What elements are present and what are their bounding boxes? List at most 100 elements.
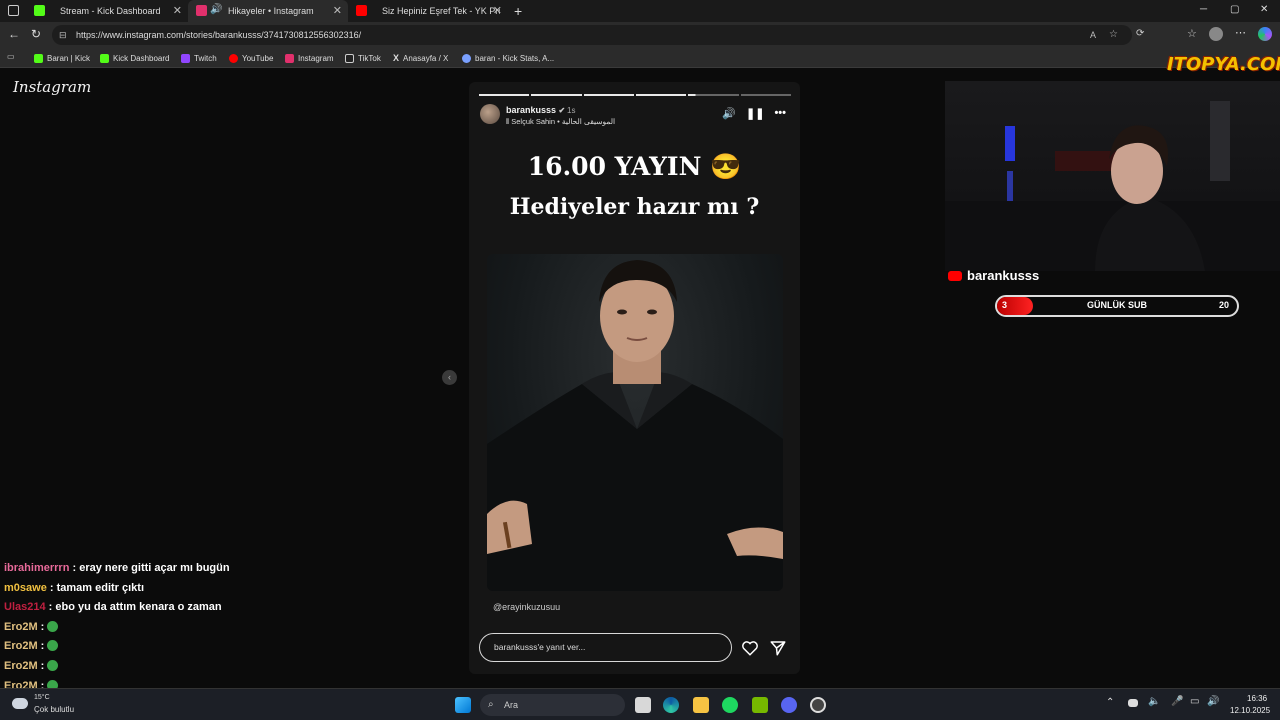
instagram-icon [196, 5, 207, 16]
weather-cloud-icon[interactable] [12, 698, 28, 709]
chat-username: ibrahimerrrn [4, 562, 70, 574]
bookmark-kick-stats[interactable]: baran - Kick Stats, A... [462, 52, 554, 64]
chat-message: ibrahimerrrn : eray nere gitti açar mı b… [4, 562, 304, 582]
x-logo-icon: X [393, 53, 400, 63]
address-bar[interactable]: ⊟ https://www.instagram.com/stories/bara… [52, 25, 1132, 45]
discord-icon[interactable] [781, 697, 797, 713]
kick-icon [34, 53, 43, 63]
story-music[interactable]: ⫴ Selçuk Sahin • الموسيقى الحالية [506, 117, 615, 127]
chat-emote-icon [47, 659, 59, 671]
pause-icon[interactable]: ❚❚ [746, 107, 764, 120]
windows-taskbar: 15°C Çok bulutlu ⌕ Ara ⌃ 🔈 🎤 ▭ 🔊 16:36 1… [0, 688, 1280, 720]
read-aloud-icon[interactable]: A [1090, 25, 1096, 45]
extensions-icon[interactable]: ⟳ [1136, 28, 1144, 39]
streamer-webcam-image [945, 101, 1280, 271]
chat-text: eray nere gitti açar mı bugün [79, 562, 230, 574]
workspaces-icon[interactable] [8, 5, 19, 16]
bookmark-label: TikTok [358, 53, 381, 63]
clock-time[interactable]: 16:36 [1247, 694, 1267, 703]
more-options-icon[interactable]: ••• [774, 107, 786, 120]
chat-username: Ulas214 [4, 601, 46, 614]
task-view-icon[interactable] [635, 697, 651, 713]
favorite-star-icon[interactable]: ☆ [1109, 25, 1118, 45]
webcam-feed [945, 81, 1280, 271]
nvidia-icon[interactable] [752, 697, 768, 713]
bookmark-x[interactable]: X Anasayfa / X [393, 52, 448, 64]
chat-username: m0sawe [4, 581, 47, 594]
like-heart-icon[interactable] [741, 639, 759, 657]
url-text: https://www.instagram.com/stories/barank… [76, 30, 362, 40]
bookmark-kick-dashboard[interactable]: Kick Dashboard [100, 52, 169, 64]
close-tab-icon[interactable]: ✕ [173, 4, 182, 17]
send-paper-plane-icon[interactable] [769, 639, 787, 657]
speaker-tray-icon[interactable]: 🔈 [1148, 696, 1160, 707]
bookmark-label: Baran | Kick [47, 53, 90, 63]
more-menu-icon[interactable]: ⋯ [1235, 26, 1246, 39]
avatar[interactable] [480, 104, 500, 124]
story-progress-segment [531, 94, 582, 96]
chat-username: Ero2M [4, 659, 38, 672]
story-viewer[interactable]: barankusss ✔ 1s ⫴ Selçuk Sahin • الموسيق… [469, 82, 800, 674]
kick-stats-icon [462, 53, 471, 63]
chat-text: tamam editr çıktı [56, 581, 145, 594]
maximize-icon[interactable]: ▢ [1230, 4, 1239, 15]
story-progress-segment [583, 94, 634, 96]
minimize-icon[interactable]: ─ [1200, 4, 1207, 15]
copilot-icon[interactable] [1258, 27, 1272, 41]
bookmark-baran-kick[interactable]: Baran | Kick [34, 52, 90, 64]
tab-kick-dashboard[interactable]: Stream - Kick Dashboard ✕ [26, 0, 188, 22]
chat-separator: : [37, 659, 48, 672]
profile-avatar[interactable] [1209, 27, 1223, 41]
discord-tray-icon[interactable] [1128, 699, 1138, 707]
chat-message: Ero2M : [4, 659, 304, 680]
tab-instagram[interactable]: 🔊 Hikayeler • Instagram ✕ [188, 0, 348, 22]
volume-tray-icon[interactable]: 🔊 [1207, 696, 1219, 707]
instagram-logo[interactable]: Instagram [13, 78, 91, 96]
story-header: barankusss ✔ 1s ⫴ Selçuk Sahin • الموسيق… [480, 104, 790, 126]
chat-username: Ero2M [4, 640, 38, 653]
close-tab-icon[interactable]: ✕ [333, 4, 342, 17]
previous-story-button[interactable]: ‹ [442, 370, 457, 385]
reading-view-icon[interactable]: ▭ [7, 52, 15, 61]
tab-youtube[interactable]: Siz Hepiniz Eşref Tek - YK Producti ✕ [348, 0, 508, 22]
youtube-icon [356, 5, 367, 16]
microphone-icon[interactable]: 🎤 [1171, 696, 1183, 707]
chat-username: Ero2M [4, 620, 38, 633]
story-mention[interactable]: @erayinkuzusuu [493, 602, 560, 612]
stream-channel-name: barankusss [948, 268, 1039, 283]
refresh-icon[interactable]: ↻ [31, 27, 41, 41]
new-tab-button[interactable]: + [514, 3, 522, 19]
site-info-icon[interactable]: ⊟ [59, 25, 67, 45]
close-tab-icon[interactable]: ✕ [493, 4, 502, 17]
bookmark-twitch[interactable]: Twitch [181, 52, 217, 64]
bookmark-youtube[interactable]: YouTube [229, 52, 273, 64]
network-icon[interactable]: ▭ [1190, 696, 1199, 707]
music-text: Selçuk Sahin • الموسيقى الحالية [511, 117, 616, 126]
itopya-watermark-logo: ITOPYA.COM [1167, 54, 1280, 75]
taskbar-search[interactable]: ⌕ Ara [480, 694, 625, 716]
bookmark-tiktok[interactable]: TikTok [345, 52, 381, 64]
reply-input[interactable]: barankusss'e yanıt ver... [479, 633, 732, 662]
channel-name-text: barankusss [967, 268, 1040, 283]
tray-chevron-icon[interactable]: ⌃ [1106, 697, 1114, 708]
favorites-icon[interactable]: ☆ [1187, 27, 1197, 40]
obs-icon[interactable] [810, 697, 826, 713]
windows-start-icon[interactable] [455, 697, 471, 713]
clock-date[interactable]: 12.10.2025 [1230, 706, 1270, 715]
weather-description[interactable]: Çok bulutlu [34, 705, 74, 714]
chat-message: Ero2M : [4, 640, 304, 660]
edge-browser-icon[interactable] [663, 697, 679, 713]
story-controls: 🔊 ❚❚ ••• [722, 107, 786, 120]
sub-goal-label: GÜNLÜK SUB [1087, 300, 1147, 310]
back-icon[interactable]: ← [8, 27, 20, 41]
story-username[interactable]: barankusss ✔ [506, 105, 565, 115]
spotify-icon[interactable] [722, 697, 738, 713]
verified-badge-icon: ✔ [558, 106, 566, 115]
chat-message: Ulas214 : ebo yu da attım kenara o zaman [4, 601, 304, 621]
speaker-icon[interactable]: 🔊 [210, 4, 222, 15]
volume-icon[interactable]: 🔊 [722, 107, 736, 120]
instagram-icon [285, 53, 294, 63]
bookmark-instagram[interactable]: Instagram [285, 52, 334, 64]
close-window-icon[interactable]: ✕ [1260, 4, 1268, 15]
file-explorer-icon[interactable] [693, 697, 709, 713]
